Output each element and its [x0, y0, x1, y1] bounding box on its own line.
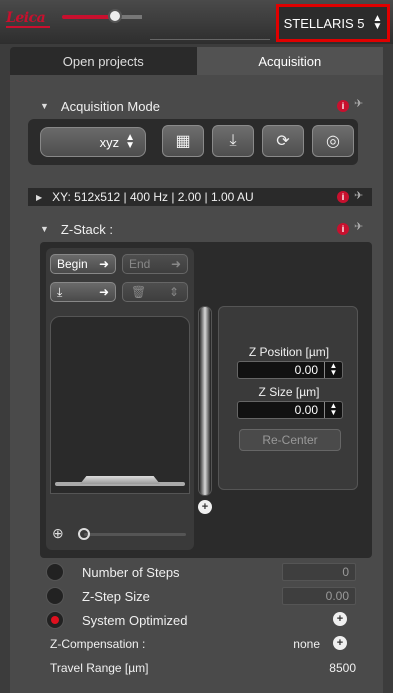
info-icon[interactable]: i — [337, 223, 349, 235]
download-icon: ⤓ — [229, 132, 237, 149]
xy-settings-bar[interactable]: ▶ XY: 512x512 | 400 Hz | 2.00 | 1.00 AU — [28, 188, 372, 206]
number-of-steps-option[interactable]: Number of Steps — [46, 563, 180, 581]
zstack-title: Z-Stack : — [60, 221, 113, 237]
plus-icon[interactable]: + — [333, 612, 347, 626]
collapse-triangle-icon[interactable]: ▼ — [40, 101, 49, 111]
info-icon[interactable]: i — [337, 100, 349, 112]
slider-knob[interactable] — [108, 9, 122, 23]
tab-bar: Open projects Acquisition — [10, 47, 383, 75]
updown-icon: ▲ ▼ — [125, 132, 135, 151]
radio-number-of-steps[interactable] — [46, 563, 64, 581]
z-compensation-label: Z-Compensation : — [50, 637, 146, 651]
z-step-size-field[interactable]: 0.00 — [282, 587, 356, 605]
delete-position-button[interactable]: 🗑 ⇕ — [122, 282, 188, 302]
zoom-knob[interactable] — [78, 528, 90, 540]
number-of-steps-label: Number of Steps — [82, 564, 180, 580]
acquisition-mode-header[interactable]: ▼ Acquisition Mode — [40, 97, 160, 115]
z-focus-slider[interactable] — [198, 306, 212, 496]
xy-summary: XY: 512x512 | 400 Hz | 2.00 | 1.00 AU — [52, 190, 254, 204]
radio-system-optimized[interactable] — [46, 611, 64, 629]
zstack-header[interactable]: ▼ Z-Stack : — [40, 220, 113, 238]
download-button[interactable]: ⤓ — [212, 125, 254, 157]
split-arrows-icon: ⇕ — [168, 285, 179, 299]
grid-button[interactable]: ▦ — [162, 125, 204, 157]
refresh-target-button[interactable]: ⟳ — [262, 125, 304, 157]
top-bar: Leica STELLARIS 5 ▲ ▼ — [0, 0, 393, 44]
travel-range-value: 8500 — [329, 661, 356, 675]
leica-logo: Leica — [6, 10, 50, 28]
spinner-icon[interactable]: ▲ ▼ — [324, 402, 342, 418]
target-check-button[interactable]: ◎ — [312, 125, 354, 157]
system-optimized-label: System Optimized — [82, 612, 188, 628]
brightness-slider[interactable] — [62, 15, 142, 19]
acquisition-mode-select[interactable]: xyz ▲ ▼ — [40, 127, 146, 157]
mode-value: xyz — [99, 134, 120, 150]
microscope-name: STELLARIS 5 — [283, 15, 365, 31]
spinner-icon[interactable]: ▲ ▼ — [324, 362, 342, 378]
grid-icon: ▦ — [175, 133, 191, 150]
system-optimized-option[interactable]: System Optimized — [46, 611, 187, 629]
begin-button[interactable]: Begin ➜ — [50, 254, 116, 274]
trash-icon: 🗑 — [131, 285, 147, 299]
updown-icon: ▲ ▼ — [372, 13, 383, 32]
z-step-size-label: Z-Step Size — [82, 588, 150, 604]
z-position-box: Z Position [µm] 0.00 ▲ ▼ Z Size [µm] 0.00… — [218, 306, 358, 490]
end-button[interactable]: End ➜ — [122, 254, 188, 274]
pin-icon[interactable]: ✈ — [354, 97, 363, 110]
acquisition-mode-title: Acquisition Mode — [60, 98, 160, 114]
tab-acquisition[interactable]: Acquisition — [196, 47, 383, 75]
microscope-select[interactable]: STELLARIS 5 ▲ ▼ — [276, 4, 390, 42]
end-label: End — [129, 257, 151, 271]
arrow-right-icon: ➜ — [98, 257, 109, 271]
z-position-label: Z Position [µm] — [248, 345, 330, 359]
zoom-in-icon[interactable]: ⊕ — [52, 525, 64, 542]
travel-range-label: Travel Range [µm] — [50, 661, 149, 675]
pin-icon[interactable]: ✈ — [354, 220, 363, 233]
z-step-size-option[interactable]: Z-Step Size — [46, 587, 150, 605]
zstack-visualizer[interactable] — [50, 316, 190, 494]
number-of-steps-field[interactable]: 0 — [282, 563, 356, 581]
arrow-right-icon: ➜ — [98, 285, 109, 299]
info-icon[interactable]: i — [337, 191, 349, 203]
pin-icon[interactable]: ✈ — [354, 189, 363, 202]
radio-z-step-size[interactable] — [46, 587, 64, 605]
z-position-field[interactable]: 0.00 ▲ ▼ — [237, 361, 343, 379]
target-check-icon: ◎ — [326, 133, 340, 150]
refresh-target-icon: ⟳ — [276, 133, 290, 150]
tab-open-projects[interactable]: Open projects — [10, 47, 197, 75]
z-position-value: 0.00 — [294, 363, 318, 377]
z-compensation-value: none — [293, 637, 320, 651]
z-size-label: Z Size [µm] — [258, 385, 320, 399]
expand-triangle-icon[interactable]: ▶ — [36, 193, 42, 202]
begin-label: Begin — [57, 257, 88, 271]
app-window: Leica STELLARIS 5 ▲ ▼ Open projects Acqui… — [0, 0, 393, 693]
zoom-track[interactable] — [84, 533, 186, 536]
recenter-button[interactable]: Re-Center — [239, 429, 341, 451]
plus-icon[interactable]: + — [198, 500, 212, 514]
collapse-triangle-icon[interactable]: ▼ — [40, 224, 49, 234]
move-to-position-button[interactable]: ⤓ ➜ — [50, 282, 116, 302]
arrow-right-icon: ➜ — [170, 257, 181, 271]
sample-shape — [80, 476, 160, 484]
z-size-field[interactable]: 0.00 ▲ ▼ — [237, 401, 343, 419]
plus-icon[interactable]: + — [333, 636, 347, 650]
download-icon: ⤓ — [57, 284, 63, 299]
header-divider — [150, 4, 270, 40]
z-size-value: 0.00 — [294, 403, 318, 417]
zoom-control: ⊕ — [50, 525, 190, 542]
